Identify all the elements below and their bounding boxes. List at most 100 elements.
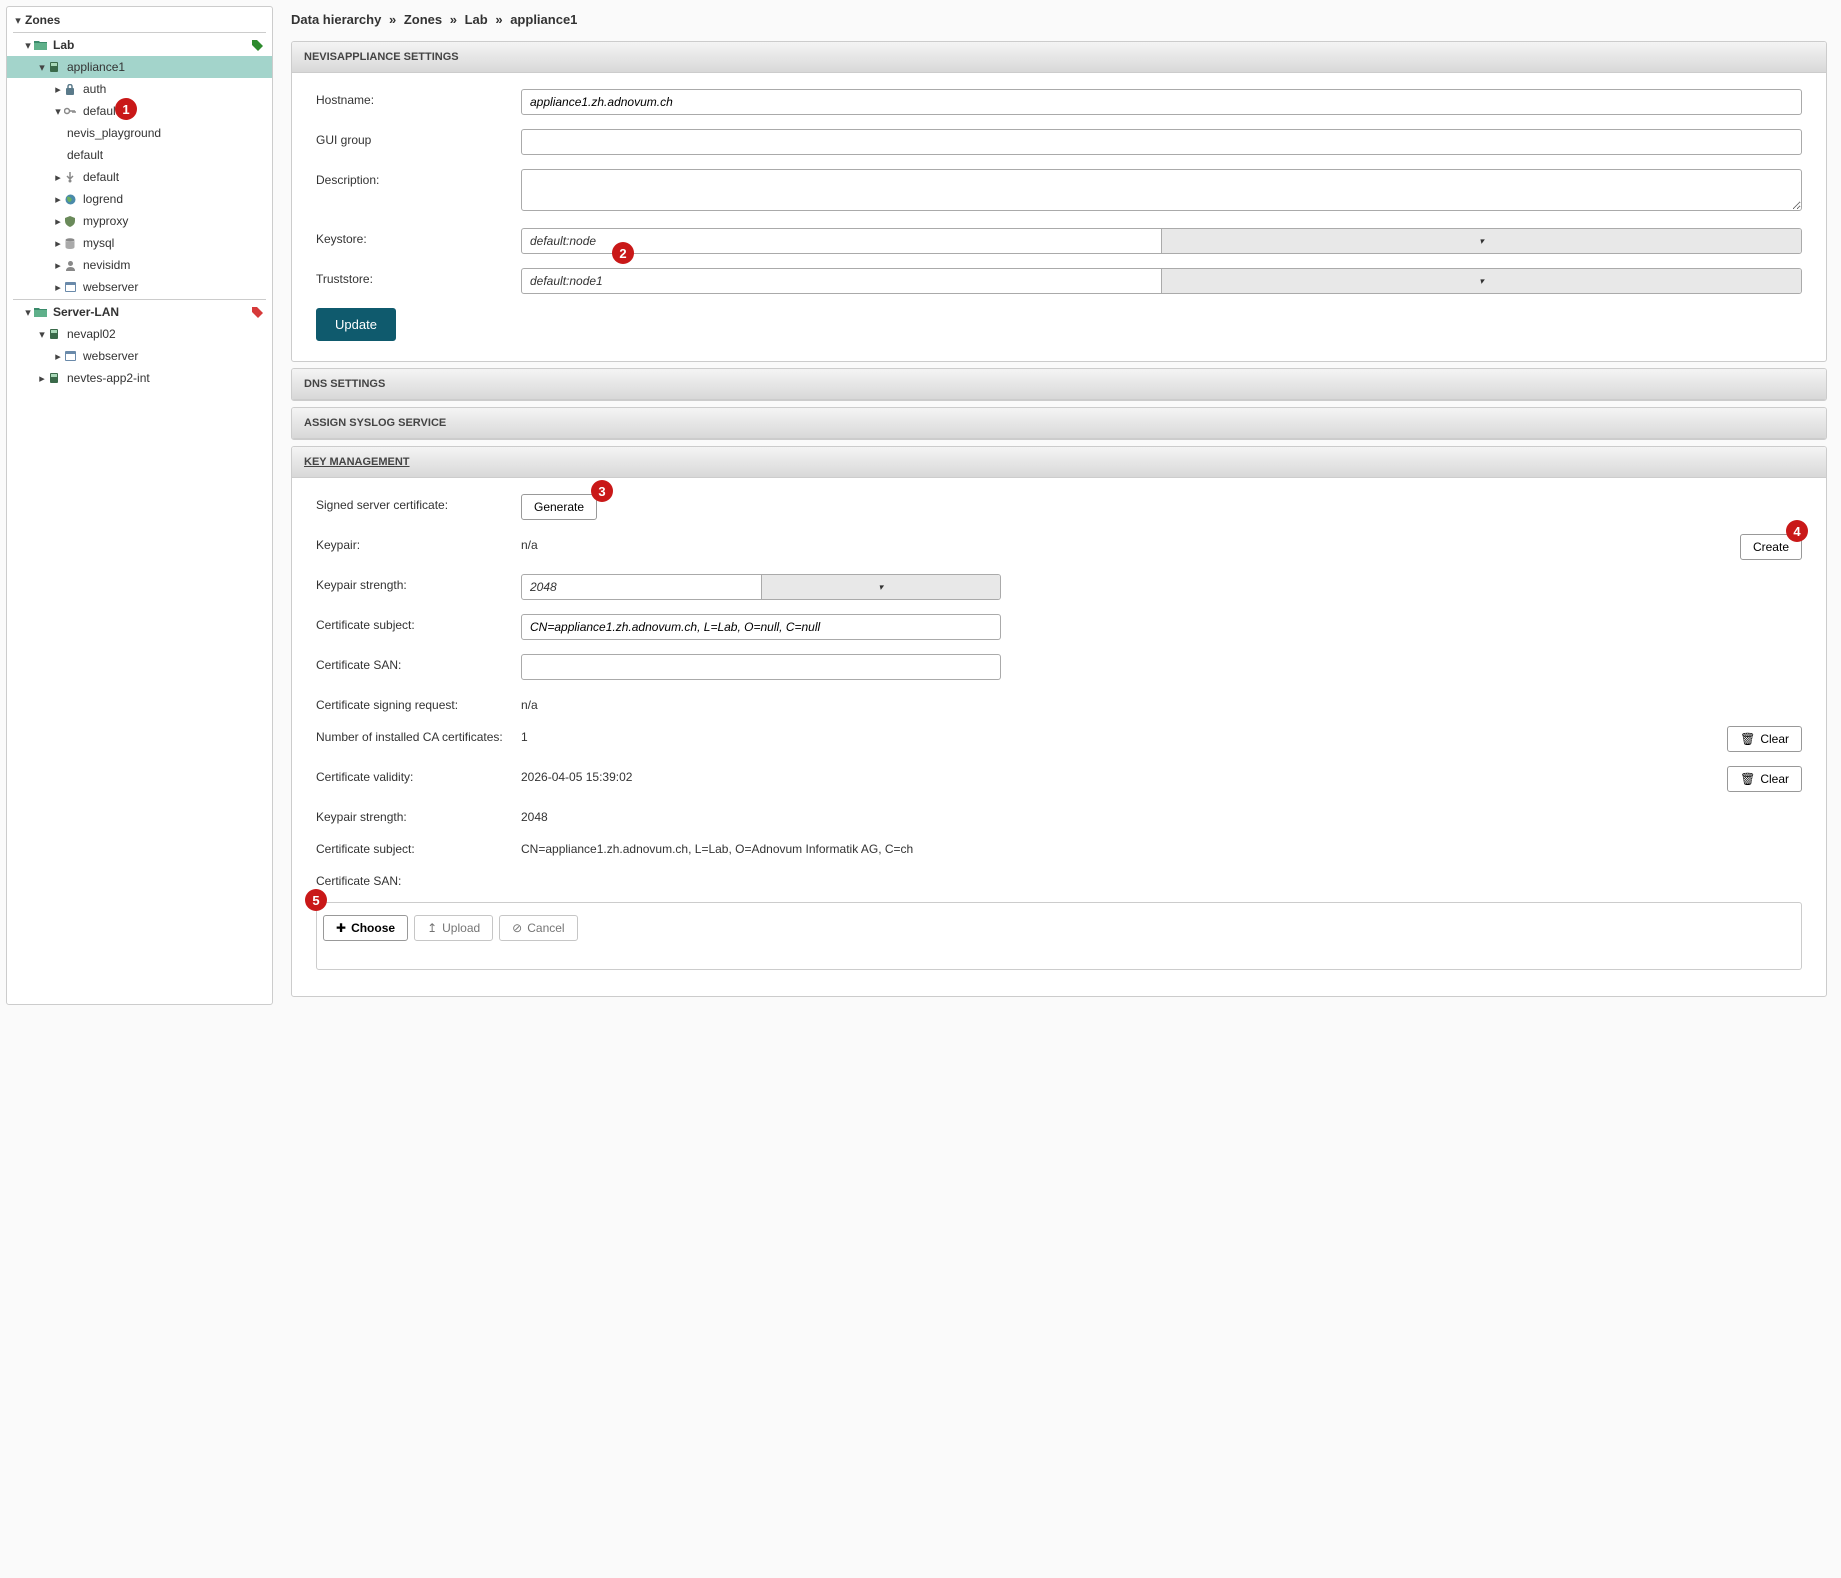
breadcrumb-lab[interactable]: Lab xyxy=(465,12,488,27)
tree-webserver[interactable]: ▸ webserver xyxy=(7,276,272,298)
label-san2: Certificate SAN: xyxy=(316,870,521,888)
tree-nevisidm[interactable]: ▸ nevisidm xyxy=(7,254,272,276)
chevron-right-icon: ▸ xyxy=(53,83,63,96)
trash-icon: 🗑 xyxy=(1740,732,1755,746)
upload-area: 5 ✚Choose ↥Upload ⊘Cancel xyxy=(316,902,1802,970)
folder-icon xyxy=(33,38,47,52)
strength2-value: 2048 xyxy=(521,806,548,824)
hostname-input[interactable] xyxy=(521,89,1802,115)
callout-3: 3 xyxy=(591,480,613,502)
truststore-select[interactable]: default:node1 ▾ xyxy=(521,268,1802,294)
chevron-down-icon: ▾ xyxy=(23,306,33,319)
tree-label: nevisidm xyxy=(81,258,130,272)
keypair-value: n/a xyxy=(521,534,538,552)
tree-lab[interactable]: ▾ Lab xyxy=(7,34,272,56)
divider xyxy=(13,299,266,300)
clear-validity-button[interactable]: 🗑Clear xyxy=(1727,766,1802,792)
tree-label: Zones xyxy=(23,13,60,27)
tree-label: nevapl02 xyxy=(65,327,116,341)
csr-value: n/a xyxy=(521,694,538,712)
tree-label: nevtes-app2-int xyxy=(65,371,150,385)
tree-label: Lab xyxy=(51,38,74,52)
panel-appliance: NEVISAPPLIANCE SETTINGS Hostname: GUI gr… xyxy=(291,41,1827,362)
chevron-right-icon: ▸ xyxy=(53,215,63,228)
tree-label: myproxy xyxy=(81,214,128,228)
tree-myproxy[interactable]: ▸ myproxy xyxy=(7,210,272,232)
label-gui-group: GUI group xyxy=(316,129,521,147)
callout-2: 2 xyxy=(612,242,634,264)
tree-zones[interactable]: ▾ Zones xyxy=(7,9,272,31)
breadcrumb-zones[interactable]: Zones xyxy=(404,12,442,27)
trash-icon: 🗑 xyxy=(1740,772,1755,786)
label-csr: Certificate signing request: xyxy=(316,694,521,712)
sidebar-tree: ▾ Zones ▾ Lab ▾ appliance1 ▸ auth xyxy=(6,6,273,1005)
generate-button[interactable]: Generate xyxy=(521,494,597,520)
label-keystore: Keystore: xyxy=(316,228,521,246)
cert-subject-input[interactable] xyxy=(521,614,1001,640)
key-down-icon xyxy=(63,170,77,184)
main-content: Data hierarchy » Zones » Lab » appliance… xyxy=(283,6,1835,1005)
upload-button[interactable]: ↥Upload xyxy=(414,915,493,941)
server-icon xyxy=(47,371,61,385)
tree-nevapl02[interactable]: ▾ nevapl02 xyxy=(7,323,272,345)
label-strength2: Keypair strength: xyxy=(316,806,521,824)
tree-default-child[interactable]: default xyxy=(7,144,272,166)
chevron-down-icon: ▾ xyxy=(37,61,47,74)
choose-button[interactable]: ✚Choose xyxy=(323,915,408,941)
user-icon xyxy=(63,258,77,272)
globe-icon xyxy=(63,192,77,206)
chevron-right-icon: ▸ xyxy=(53,350,63,363)
chevron-right-icon: ▸ xyxy=(53,237,63,250)
tree-label: default xyxy=(65,148,103,162)
folder-icon xyxy=(33,305,47,319)
clear-ca-button[interactable]: 🗑Clear xyxy=(1727,726,1802,752)
tree-nevtes[interactable]: ▸ nevtes-app2-int xyxy=(7,367,272,389)
tree-logrend[interactable]: ▸ logrend xyxy=(7,188,272,210)
server-icon xyxy=(47,327,61,341)
label-cert-subject: Certificate subject: xyxy=(316,614,521,632)
chevron-right-icon: ▸ xyxy=(53,193,63,206)
tree-label: default xyxy=(81,170,119,184)
label-hostname: Hostname: xyxy=(316,89,521,107)
panel-header[interactable]: NEVISAPPLIANCE SETTINGS xyxy=(292,42,1826,73)
tree-default[interactable]: ▾ default 1 xyxy=(7,100,272,122)
panel-header[interactable]: DNS SETTINGS xyxy=(292,369,1826,400)
tree-serverlan[interactable]: ▾ Server-LAN xyxy=(7,301,272,323)
server-icon xyxy=(47,60,61,74)
shield-icon xyxy=(63,214,77,228)
tree-webserver2[interactable]: ▸ webserver xyxy=(7,345,272,367)
panel-header[interactable]: KEY MANAGEMENT xyxy=(292,447,1826,478)
label-subject2: Certificate subject: xyxy=(316,838,521,856)
tree-mysql[interactable]: ▸ mysql xyxy=(7,232,272,254)
tag-icon xyxy=(252,40,262,50)
chevron-down-icon: ▾ xyxy=(13,14,23,27)
chevron-right-icon: ▸ xyxy=(53,259,63,272)
cert-san-input[interactable] xyxy=(521,654,1001,680)
chevron-right-icon: ▸ xyxy=(37,372,47,385)
label-keypair-strength: Keypair strength: xyxy=(316,574,521,592)
tree-nevis-playground[interactable]: nevis_playground xyxy=(7,122,272,144)
gui-group-input[interactable] xyxy=(521,129,1802,155)
label-num-ca: Number of installed CA certificates: xyxy=(316,726,521,744)
window-icon xyxy=(63,349,77,363)
tree-auth[interactable]: ▸ auth xyxy=(7,78,272,100)
label-description: Description: xyxy=(316,169,521,187)
keystore-select[interactable]: default:node ▾ xyxy=(521,228,1802,254)
cancel-button[interactable]: ⊘Cancel xyxy=(499,915,577,941)
panel-header[interactable]: ASSIGN SYSLOG SERVICE xyxy=(292,408,1826,439)
label-validity: Certificate validity: xyxy=(316,766,521,784)
chevron-down-icon: ▾ xyxy=(37,328,47,341)
callout-5: 5 xyxy=(305,889,327,911)
tree-default-key[interactable]: ▸ default xyxy=(7,166,272,188)
keypair-strength-select[interactable]: 2048 ▾ xyxy=(521,574,1001,600)
update-button[interactable]: Update xyxy=(316,308,396,341)
key-icon xyxy=(63,104,77,118)
tree-appliance1[interactable]: ▾ appliance1 xyxy=(7,56,272,78)
tree-label: default xyxy=(81,104,119,118)
lock-icon xyxy=(63,82,77,96)
breadcrumb: Data hierarchy » Zones » Lab » appliance… xyxy=(291,8,1827,41)
breadcrumb-root[interactable]: Data hierarchy xyxy=(291,12,381,27)
description-input[interactable] xyxy=(521,169,1802,211)
tree-label: mysql xyxy=(81,236,114,250)
validity-value: 2026-04-05 15:39:02 xyxy=(521,766,632,784)
